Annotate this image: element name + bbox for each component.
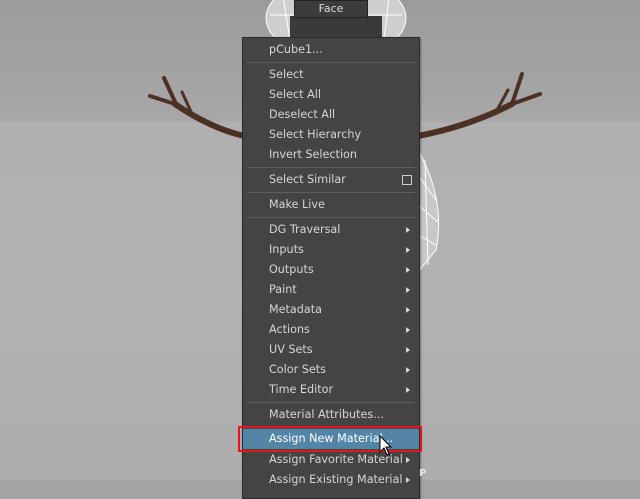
snowman-scarf <box>290 16 382 38</box>
chevron-right-icon <box>406 457 410 463</box>
chevron-right-icon <box>406 247 410 253</box>
chevron-right-icon <box>406 227 410 233</box>
menu-item-select-all[interactable]: Select All <box>243 85 419 105</box>
component-mode-tag: Face <box>294 0 368 18</box>
snowman-body <box>417 148 440 274</box>
menu-item-deselect-all[interactable]: Deselect All <box>243 105 419 125</box>
menu-separator <box>247 217 415 218</box>
menu-item-uv-sets[interactable]: UV Sets <box>243 340 419 360</box>
menu-item-label: Time Editor <box>269 383 334 396</box>
chevron-right-icon <box>406 367 410 373</box>
left-arm-branch <box>148 76 247 139</box>
menu-item-label: DG Traversal <box>269 223 341 236</box>
menu-item-label: Material Attributes... <box>269 408 384 421</box>
menu-item-actions[interactable]: Actions <box>243 320 419 340</box>
menu-item-material-attributes[interactable]: Material Attributes... <box>243 405 419 425</box>
menu-item-label: UV Sets <box>269 343 313 356</box>
menu-item-make-live[interactable]: Make Live <box>243 195 419 215</box>
menu-item-select[interactable]: Select <box>243 65 419 85</box>
menu-separator <box>247 167 415 168</box>
menu-item-inputs[interactable]: Inputs <box>243 240 419 260</box>
menu-item-label: Inputs <box>269 243 304 256</box>
menu-item-label: Actions <box>269 323 310 336</box>
option-box-icon[interactable] <box>402 175 412 185</box>
menu-item-select-similar[interactable]: Select Similar <box>243 170 419 190</box>
menu-item-label: Make Live <box>269 198 325 211</box>
menu-separator <box>247 192 415 193</box>
menu-item-paint[interactable]: Paint <box>243 280 419 300</box>
right-arm-branch <box>415 72 542 139</box>
menu-item-assign-existing-material[interactable]: Assign Existing Material <box>243 470 419 490</box>
menu-item-dg-traversal[interactable]: DG Traversal <box>243 220 419 240</box>
menu-item-label: Paint <box>269 283 297 296</box>
menu-item-label: Color Sets <box>269 363 326 376</box>
chevron-right-icon <box>406 477 410 483</box>
chevron-right-icon <box>406 287 410 293</box>
menu-item-metadata[interactable]: Metadata <box>243 300 419 320</box>
menu-item-time-editor[interactable]: Time Editor <box>243 380 419 400</box>
menu-item-invert-selection[interactable]: Invert Selection <box>243 145 419 165</box>
highlight-callout-box <box>238 426 422 452</box>
partial-label-glyph: P <box>419 468 427 479</box>
menu-item-select-hierarchy[interactable]: Select Hierarchy <box>243 125 419 145</box>
chevron-right-icon <box>406 347 410 353</box>
menu-item-color-sets[interactable]: Color Sets <box>243 360 419 380</box>
menu-item-label: pCube1... <box>269 43 323 56</box>
menu-item-label: Outputs <box>269 263 314 276</box>
menu-item-object-name[interactable]: pCube1... <box>243 40 419 60</box>
chevron-right-icon <box>406 387 410 393</box>
chevron-right-icon <box>406 327 410 333</box>
mouse-pointer-icon <box>379 435 393 456</box>
menu-item-label: Select Similar <box>269 173 346 186</box>
menu-item-label: Select <box>269 68 304 81</box>
chevron-right-icon <box>406 307 410 313</box>
menu-separator <box>247 62 415 63</box>
chevron-right-icon <box>406 267 410 273</box>
menu-item-outputs[interactable]: Outputs <box>243 260 419 280</box>
menu-separator <box>247 402 415 403</box>
menu-item-label: Metadata <box>269 303 322 316</box>
menu-item-label: Select All <box>269 88 321 101</box>
menu-item-label: Invert Selection <box>269 148 357 161</box>
menu-item-label: Select Hierarchy <box>269 128 362 141</box>
menu-item-label: Assign Existing Material <box>269 473 403 486</box>
menu-item-label: Deselect All <box>269 108 336 121</box>
